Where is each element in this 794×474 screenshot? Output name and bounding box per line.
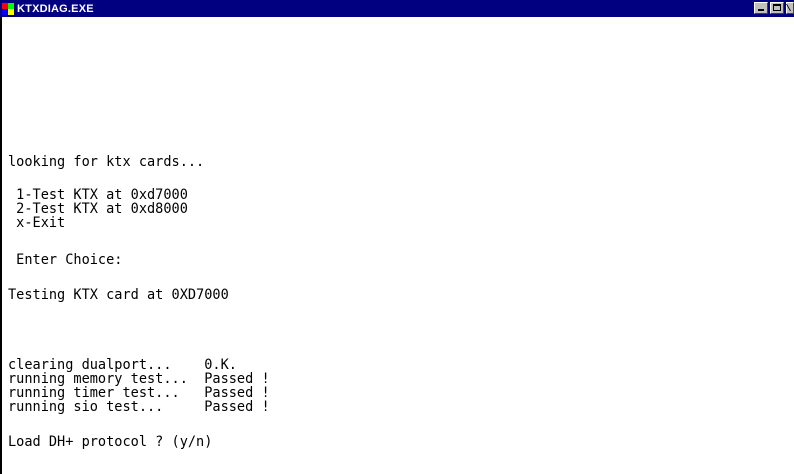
window-controls: [752, 2, 794, 14]
menu-option-exit: x-Exit: [8, 215, 66, 231]
console-line-testing: Testing KTX card at 0XD7000: [8, 287, 229, 303]
console-line-looking: looking for ktx cards...: [8, 154, 205, 170]
result-timer-test: running timer test... Passed !: [8, 385, 270, 401]
window-title: KTXDIAG.EXE: [17, 2, 94, 15]
enter-choice-prompt: Enter Choice:: [8, 252, 123, 268]
title-bar[interactable]: KTXDIAG.EXE: [0, 0, 794, 17]
result-clearing-dualport: clearing dualport... 0.K.: [8, 357, 237, 373]
result-sio-test: running sio test... Passed !: [8, 399, 270, 415]
load-protocol-prompt: Load DH+ protocol ? (y/n): [8, 434, 213, 450]
menu-option-1: 1-Test KTX at 0xd7000: [8, 187, 188, 203]
minimize-button[interactable]: [754, 2, 768, 14]
app-icon[interactable]: [2, 2, 14, 15]
menu-option-2: 2-Test KTX at 0xd8000: [8, 201, 188, 217]
app-window: KTXDIAG.EXE looking for ktx cards... 1-T…: [0, 0, 794, 474]
console-output[interactable]: looking for ktx cards... 1-Test KTX at 0…: [0, 17, 794, 474]
close-button[interactable]: [786, 2, 794, 14]
result-memory-test: running memory test... Passed !: [8, 371, 270, 387]
maximize-button[interactable]: [770, 2, 784, 14]
